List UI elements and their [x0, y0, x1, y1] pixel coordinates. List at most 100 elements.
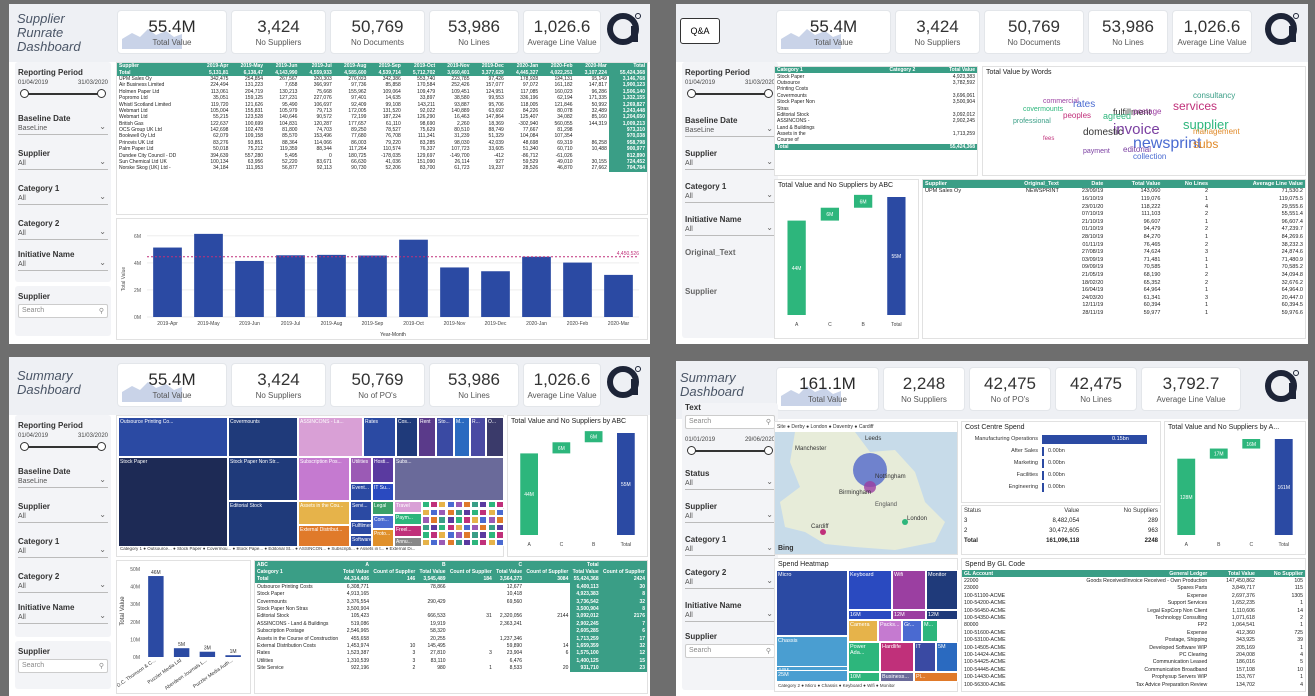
treemap-tile[interactable]: Cos...: [396, 417, 418, 457]
baseline-dropdown[interactable]: BaseLine: [18, 122, 108, 135]
table-row[interactable]: 2 30,472,605 963: [962, 526, 1160, 536]
search-icon[interactable]: ⚲: [766, 418, 771, 426]
table-row[interactable]: 28/10/19 84,270 1 84,269.6: [923, 233, 1305, 241]
treemap-tile[interactable]: [438, 539, 447, 547]
date-range-slider[interactable]: [20, 88, 106, 100]
treemap-tile[interactable]: Legal: [372, 501, 394, 515]
table-row[interactable]: 24/03/20 61,341 3 20,447.0: [923, 294, 1305, 302]
treemap-tile[interactable]: [430, 531, 439, 539]
bar[interactable]: [153, 247, 182, 317]
bar[interactable]: [481, 271, 510, 317]
date-to[interactable]: 31/03/2020: [78, 433, 108, 439]
table-row[interactable]: 03/09/19 71,481 1 71,480.9: [923, 256, 1305, 264]
bar[interactable]: [225, 655, 241, 657]
treemap-tile[interactable]: ASSINCONS - La...: [298, 417, 363, 457]
supplier-dropdown[interactable]: All: [685, 157, 775, 170]
table-row[interactable]: Subscription Postage 2,546,965 58,320 2,605…: [255, 627, 647, 635]
table-row[interactable]: 22000 Goods Received/Invoice Received - O…: [962, 577, 1305, 584]
treemap-tile[interactable]: [487, 501, 496, 509]
status-dropdown[interactable]: All: [685, 477, 775, 490]
word-cloud-term[interactable]: rates: [1073, 100, 1095, 110]
date-range-slider[interactable]: [20, 441, 106, 453]
initiative-dropdown[interactable]: All: [685, 609, 775, 622]
date-from[interactable]: 01/01/2019: [685, 437, 715, 443]
cost-centre-row[interactable]: Marketing 0.00bn: [962, 459, 1158, 469]
table-row[interactable]: 27/08/19 74,624 3 24,874.6: [923, 248, 1305, 256]
category2-dropdown[interactable]: All: [685, 576, 775, 589]
treemap-tile[interactable]: [438, 523, 447, 532]
heatmap-tile[interactable]: IT: [914, 642, 936, 672]
table-row[interactable]: 80000 FP2 1,064,541 1: [962, 622, 1305, 629]
treemap-tile[interactable]: Subs...: [394, 457, 504, 501]
bar[interactable]: [194, 233, 223, 317]
supplier-search-input[interactable]: Search ⚲: [685, 644, 775, 658]
treemap-tile[interactable]: [430, 523, 439, 532]
treemap-tile[interactable]: Com...: [372, 515, 394, 529]
qa-button[interactable]: Q&A: [680, 18, 720, 44]
treemap-tile[interactable]: [454, 523, 463, 532]
table-row[interactable]: ASSINCONS - Land & Buildings 519,086 19,91…: [255, 620, 647, 628]
treemap-tile[interactable]: Subscription Pos...: [298, 457, 350, 501]
cost-centre-row[interactable]: Facilities 0.00bn: [962, 471, 1158, 481]
heatmap-tile[interactable]: 12M: [926, 610, 958, 620]
heatmap-tile[interactable]: 10M: [848, 672, 880, 682]
treemap-tile[interactable]: [487, 523, 496, 532]
word-cloud-term[interactable]: services: [1173, 100, 1217, 112]
treemap-tile[interactable]: Freel...: [394, 525, 422, 537]
treemap-tile[interactable]: [454, 501, 463, 509]
heatmap-tile[interactable]: Camera: [848, 620, 878, 642]
word-cloud-term[interactable]: consultancy: [1193, 92, 1235, 100]
table-row[interactable]: 100-51600-ACME Expense 412,360 725: [962, 629, 1305, 636]
heatmap-tile[interactable]: Keyboard: [848, 570, 892, 610]
table-row[interactable]: 100-53100-ACME Postage, Shipping 343,925 39: [962, 637, 1305, 644]
date-range-slider[interactable]: [687, 88, 773, 100]
table-row[interactable]: Total 55,424,368: [775, 143, 977, 151]
table-row[interactable]: 100-14430-ACME Prophysup Servers WIP 153,7…: [962, 673, 1305, 680]
bar[interactable]: [199, 651, 216, 657]
treemap-tile[interactable]: Software ...: [350, 535, 372, 547]
word-cloud-term[interactable]: postage: [1133, 108, 1161, 116]
heatmap-tile[interactable]: 12M: [892, 610, 926, 620]
word-cloud-term[interactable]: fees: [1043, 136, 1054, 142]
table-row[interactable]: 18/02/20 65,352 2 32,676.2: [923, 279, 1305, 287]
heatmap-tile[interactable]: Pl...: [914, 672, 958, 682]
date-from[interactable]: 01/04/2019: [685, 80, 715, 86]
supplier-dropdown[interactable]: All: [18, 510, 108, 523]
category1-dropdown[interactable]: All: [685, 190, 775, 203]
search-icon[interactable]: ⚲: [99, 307, 104, 315]
treemap-tile[interactable]: [446, 531, 455, 539]
table-row[interactable]: External Distribution Costs 1,453,974 10 14…: [255, 642, 647, 650]
baseline-dropdown[interactable]: BaseLine: [18, 475, 108, 488]
heatmap-tile[interactable]: M...: [922, 620, 938, 642]
treemap-tile[interactable]: [430, 516, 439, 524]
treemap-tile[interactable]: [479, 501, 488, 509]
table-row[interactable]: 23000 Spares Parts 3,849,717 115: [962, 585, 1305, 592]
date-range-slider[interactable]: [687, 445, 773, 457]
treemap-tile[interactable]: [454, 516, 463, 524]
treemap-tile[interactable]: [446, 516, 455, 524]
treemap-tile[interactable]: [463, 531, 471, 539]
word-cloud-term[interactable]: payment: [1083, 148, 1110, 155]
treemap-tile[interactable]: Event...: [350, 483, 372, 501]
category2-dropdown[interactable]: All: [18, 580, 108, 593]
treemap-tile[interactable]: Travel: [394, 501, 422, 513]
date-to[interactable]: 29/06/2020: [745, 437, 775, 443]
cost-centre-row[interactable]: Engineering 0.00bn: [962, 483, 1158, 493]
treemap-tile[interactable]: [471, 539, 480, 547]
treemap-tile[interactable]: [487, 508, 496, 516]
table-row[interactable]: Category 1 Total Value Count of Supplier To…: [255, 568, 647, 576]
word-cloud-term[interactable]: agreed: [1103, 112, 1131, 121]
category1-dropdown[interactable]: All: [685, 543, 775, 556]
treemap-tile[interactable]: [487, 531, 496, 539]
treemap-tile[interactable]: Stock Paper: [118, 457, 228, 547]
treemap-tile[interactable]: [422, 531, 430, 539]
word-cloud-term[interactable]: professional: [1013, 118, 1051, 125]
table-row[interactable]: Supplier Original_Text Date Total Value No L…: [923, 180, 1305, 188]
treemap-tile[interactable]: [446, 539, 455, 547]
treemap-tile[interactable]: [454, 539, 463, 547]
treemap-tile[interactable]: [463, 539, 471, 547]
table-row[interactable]: 100-54445-ACME Communication Broadband 157…: [962, 666, 1305, 673]
word-cloud-term[interactable]: domestic: [1083, 128, 1123, 138]
heatmap-tile[interactable]: 25M: [776, 670, 848, 682]
treemap-tile[interactable]: M...: [454, 417, 470, 457]
